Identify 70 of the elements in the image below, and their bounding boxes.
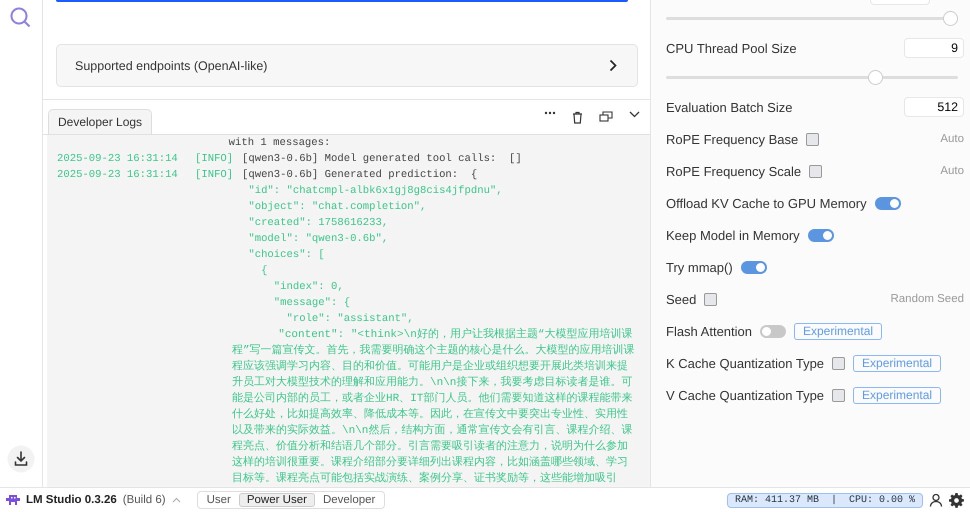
setting-label: RoPE Frequency Base [666,132,798,146]
slider[interactable] [666,70,958,85]
checkbox[interactable] [809,164,822,178]
setting-label: Flash Attention [666,324,752,338]
log-json-text: "object": "chat.completion", [247,200,426,215]
setting-hint: Random Seed [890,293,964,305]
log-message: [qwen3-0.6b] Generated prediction: { [242,168,478,183]
windows-icon[interactable] [599,110,613,122]
robot-icon [6,494,20,506]
mode-tab[interactable]: User [198,493,239,507]
person-icon[interactable] [929,493,943,507]
setting-label: Offload KV Cache to GPU Memory [666,196,867,210]
number-field[interactable]: 512 [904,97,964,117]
experimental-badge: Experimental [853,386,942,404]
logs-tab[interactable]: Developer Logs [48,109,152,134]
log-level: [INFO] [195,168,234,183]
slider-thumb[interactable] [868,70,884,85]
log-json-text: "role": "assistant", [286,312,414,327]
checkbox[interactable] [704,292,718,306]
experimental-badge: Experimental [853,354,942,372]
log-message: [qwen3-0.6b] Model generated tool calls: [] [242,152,522,167]
mode-tab[interactable]: Power User [238,493,315,507]
slider[interactable] [666,11,958,26]
mode-tab[interactable]: Developer [314,493,384,507]
log-json-text: "content": "<think>\n好的，用户让我根据主题“大模型应用培训课程”写一篇宣传文。首先，我需要明确这个主题的核心是什么。大模型的应用培训课程应该强调学习内容、目的和价值。可能用户是企业或组织想要开展此类培训来提升员工对大模型技术的理解和应用能力。\n\n接下来，我要考虑目标读者是谁。可能是公司内部的员工，或者企业HR、IT部门人员。他们需要知道这样的课程能带来什么好处，比如提高效率、降低成本等。因此，在宣传文中要突出专业性、实用性以及带来的实际效益。\n\n然后，结构方面，通常宣传文会有引言、课程介绍、课程亮点、价值分析和结语几个部分。引言需要吸引读者的注意力，说明为什么参加这样的培训很重要。课程介绍部分要详细列出课程内容，比如涵盖哪些领域、学习目标等。课程亮点可能包括实战演练、案例分享、证书奖励等，这些能增加吸引 [231,327,636,487]
toggle-switch[interactable] [760,324,786,338]
log-json-text: "id": "chatcmpl-albk6x1gj8g8cis4jfpdnu", [247,184,503,199]
setting-label: RoPE Frequency Scale [666,164,802,178]
build-label: (Build 6) [122,494,166,506]
trash-icon[interactable] [572,110,583,124]
toggle-switch[interactable] [808,228,834,242]
log-text: with 1 messages: [228,136,330,151]
caret-up-icon[interactable] [172,497,181,503]
log-json-text: "created": 1758616233, [247,216,388,231]
setting-label: Try mmap() [666,260,733,274]
chevron-down-icon[interactable] [629,110,640,118]
setting-label: Keep Model in Memory [666,228,800,242]
log-level: [INFO] [195,152,234,167]
resource-usage: RAM: 411.37 MB | CPU: 0.00 % [726,492,923,508]
card-title: Supported endpoints (OpenAI-like) [75,58,268,72]
checkbox[interactable] [832,388,846,402]
checkbox[interactable] [806,132,820,146]
search-icon[interactable] [9,6,33,30]
download-icon[interactable] [7,445,35,473]
number-field[interactable] [870,0,930,5]
experimental-badge: Experimental [794,322,882,340]
more-icon[interactable] [544,110,556,114]
setting-label: V Cache Quantization Type [666,388,824,402]
settings-icon[interactable] [949,492,964,508]
log-json-text: "message": { [272,296,350,311]
app-name: LM Studio 0.3.26 [26,494,117,506]
setting-hint: Auto [940,165,964,177]
log-json-text: { [260,264,268,279]
toggle-switch[interactable] [874,196,901,210]
setting-hint: Auto [940,133,964,145]
setting-label: K Cache Quantization Type [666,356,824,370]
chevron-right-icon [609,59,617,72]
log-json-text: "choices": [ [247,248,325,263]
endpoints-card[interactable]: Supported endpoints (OpenAI-like) [56,44,638,87]
setting-label: CPU Thread Pool Size [666,40,797,56]
setting-label: Seed [666,292,696,306]
log-json-text: "index": 0, [272,280,344,295]
log-timestamp: 2025-09-23 16:31:14 [57,168,179,183]
log-timestamp: 2025-09-23 16:31:14 [57,152,179,167]
log-json-text: "model": "qwen3-0.6b", [247,232,388,247]
number-field[interactable]: 9 [904,38,964,58]
slider-thumb[interactable] [943,11,958,26]
setting-label: Evaluation Batch Size [666,100,792,114]
toggle-switch[interactable] [740,260,767,274]
checkbox[interactable] [832,356,846,370]
